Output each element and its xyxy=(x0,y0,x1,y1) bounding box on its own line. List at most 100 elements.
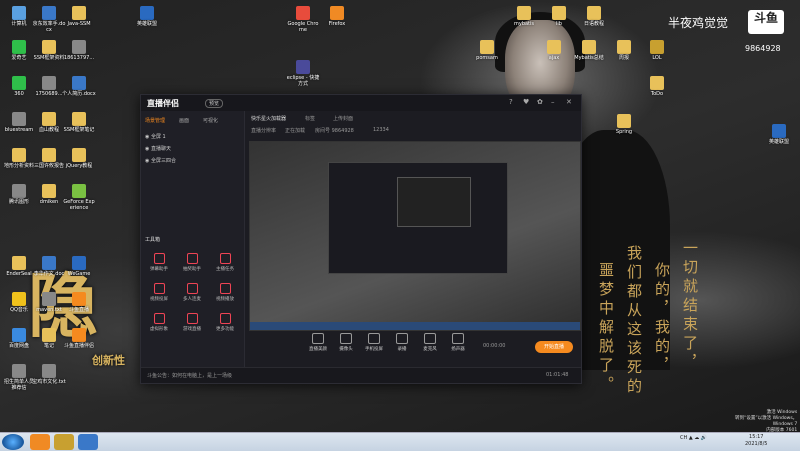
desktop-icon-label: LOL xyxy=(652,55,662,61)
desktop-icon[interactable]: SSM框架资料 xyxy=(32,40,66,61)
desktop-icon[interactable]: mybatis xyxy=(507,6,541,27)
bottom-button-1[interactable]: 直播美颜 xyxy=(305,333,331,352)
start-live-button[interactable]: 开始直播 xyxy=(535,341,573,353)
desktop-icon[interactable]: ajax xyxy=(537,40,571,61)
desktop-icon[interactable]: Spring xyxy=(607,114,641,135)
header-title: 快乐星火加载器 xyxy=(251,116,287,122)
desktop-icon-label: 招生简单人员推荐信 xyxy=(3,379,34,391)
desktop-icon[interactable]: 日语教程 xyxy=(577,6,611,27)
tool-1[interactable]: 弹幕助手 xyxy=(145,253,173,272)
desktop-icon[interactable]: lib xyxy=(542,6,576,27)
desktop-icon[interactable]: 腾讯图形 xyxy=(2,184,36,205)
desktop-icon[interactable]: Mybatis总结 xyxy=(572,40,606,61)
tool-9[interactable]: 更多功能 xyxy=(211,313,239,332)
desktop-icon-image xyxy=(72,148,86,162)
help-icon[interactable]: ? xyxy=(509,98,513,106)
desktop-icon[interactable]: Java-SSM xyxy=(62,6,96,27)
app-badge[interactable]: 预览 xyxy=(205,99,224,108)
desktop-icon-image xyxy=(72,184,86,198)
desktop-icon[interactable]: 周报 xyxy=(607,40,641,61)
desktop-icon-image xyxy=(42,112,56,126)
desktop-icon[interactable]: 血山教程 xyxy=(32,112,66,133)
desktop-icon[interactable]: 计算机 xyxy=(2,6,36,27)
desktop-icon[interactable]: 京东效率手.docx xyxy=(32,6,66,33)
tool-2[interactable]: 抽奖助手 xyxy=(178,253,206,272)
tool-5[interactable]: 多人连麦 xyxy=(178,283,206,302)
tab-canvas[interactable]: 画面 xyxy=(179,117,189,124)
skin-icon[interactable]: ✿ xyxy=(537,98,543,106)
desktop-icon[interactable]: Firefox xyxy=(320,6,354,27)
desktop-icon[interactable]: 笔记 xyxy=(32,328,66,349)
desktop-icon[interactable]: LOL xyxy=(640,40,674,61)
desktop-icon-image xyxy=(42,40,56,54)
desktop-icon[interactable]: 斗鱼直播 xyxy=(62,292,96,313)
desktop-icon-image xyxy=(12,6,26,20)
preview-nested-window-inner xyxy=(397,177,471,227)
desktop-icon[interactable]: 宝鸡市文化.txt xyxy=(32,364,66,385)
desktop-icon[interactable]: ToDo xyxy=(640,76,674,97)
tool-label: 主播任务 xyxy=(216,267,234,272)
poem-line-3: 我们都从这该死的 xyxy=(625,245,643,397)
taskbar-app-firefox[interactable] xyxy=(30,434,50,450)
desktop-icon[interactable]: dmiken xyxy=(32,184,66,205)
bottom-button-2[interactable]: 摄像头 xyxy=(333,333,359,352)
close-icon[interactable]: ✕ xyxy=(566,98,572,106)
bottom-button-5[interactable]: 麦克风 xyxy=(417,333,443,352)
tool-7[interactable]: 虚拟形象 xyxy=(145,313,173,332)
start-button[interactable] xyxy=(2,434,24,450)
scene-item-2[interactable]: ◉ 直播聊天 xyxy=(145,145,171,152)
desktop-icon-label: 斗鱼直播伴侣 xyxy=(63,343,94,349)
desktop-icon[interactable]: 李华作文.doc xyxy=(32,256,66,277)
desktop-icon[interactable]: 1750689... xyxy=(32,76,66,97)
tab-scene-management[interactable]: 场景管理 xyxy=(145,117,165,124)
taskbar-app-explorer[interactable] xyxy=(78,434,98,450)
desktop-icon[interactable]: jQuery教程 xyxy=(62,148,96,169)
scene-item-3[interactable]: ◉ 全屏三四合 xyxy=(145,157,176,164)
poem-line-1: 一切就结束了， xyxy=(681,240,699,373)
minimize-icon[interactable]: – xyxy=(551,98,555,106)
header-upload-cover[interactable]: 上传封面 xyxy=(333,115,353,122)
bottom-button-6[interactable]: 扬声器 xyxy=(445,333,471,352)
desktop-icon[interactable]: 爱奇艺 xyxy=(2,40,36,61)
desktop-icon[interactable]: 360 xyxy=(2,76,36,97)
desktop-icon[interactable]: 斗鱼直播伴侣 xyxy=(62,328,96,349)
desktop-icon[interactable]: Google Chrome xyxy=(286,6,320,33)
app-titlebar: 直播伴侣 预览 ? ♥ ✿ – ✕ xyxy=(141,95,581,111)
tool-3[interactable]: 主播任务 xyxy=(211,253,239,272)
tool-icon xyxy=(219,313,231,324)
gift-icon[interactable]: ♥ xyxy=(523,98,529,106)
taskbar-app-lol[interactable] xyxy=(54,434,74,450)
desktop-icon[interactable]: QQ音乐 xyxy=(2,292,36,313)
desktop-icon[interactable]: 招生简单人员推荐信 xyxy=(2,364,36,391)
desktop-icon[interactable]: 三国许攸报告 xyxy=(32,148,66,169)
desktop-icon[interactable]: 英雄联盟 xyxy=(762,124,796,145)
desktop-icon[interactable]: pomsam xyxy=(470,40,504,61)
desktop-icon[interactable]: EnderSeal xyxy=(2,256,36,277)
taskbar-clock[interactable]: 15:17 2021/8/5 xyxy=(745,434,767,448)
desktop-icon[interactable]: 百度网盘 xyxy=(2,328,36,349)
desktop-icon[interactable]: 英雄联盟 xyxy=(130,6,164,27)
tool-8[interactable]: 游戏直播 xyxy=(178,313,206,332)
bottom-button-3[interactable]: 手机投屏 xyxy=(361,333,387,352)
desktop-icon[interactable]: eclipse - 快捷方式 xyxy=(286,60,320,87)
desktop-icon-label: dmiken xyxy=(39,199,59,205)
desktop-icon[interactable]: bluestream xyxy=(2,112,36,133)
tool-4[interactable]: 视频投屏 xyxy=(145,283,173,302)
bottom-button-4[interactable]: 录播 xyxy=(389,333,415,352)
desktop-icon[interactable]: 地形分析资料 xyxy=(2,148,36,169)
desktop-icon[interactable]: SSM框架笔记 xyxy=(62,112,96,133)
scene-item-1[interactable]: ◉ 全屏 1 xyxy=(145,133,166,140)
system-tray[interactable]: CH ▲ ☁ 🔊 xyxy=(680,435,707,441)
desktop-icon[interactable]: 18613797... xyxy=(62,40,96,61)
tool-icon xyxy=(219,283,231,294)
desktop-icon[interactable]: WeGame xyxy=(62,256,96,277)
tool-6[interactable]: 视频播放 xyxy=(211,283,239,302)
desktop-icon[interactable]: GeForce Experience xyxy=(62,184,96,211)
desktop-icon-label: 李华作文.doc xyxy=(33,271,65,277)
desktop-icon[interactable]: 个人简历.docx xyxy=(62,76,96,97)
stream-preview[interactable] xyxy=(249,141,581,331)
header-tag[interactable]: 标签 xyxy=(305,115,315,122)
tab-visual[interactable]: 可视化 xyxy=(203,117,218,124)
desktop-icon-image xyxy=(72,292,86,306)
desktop-icon[interactable]: maven.txt xyxy=(32,292,66,313)
